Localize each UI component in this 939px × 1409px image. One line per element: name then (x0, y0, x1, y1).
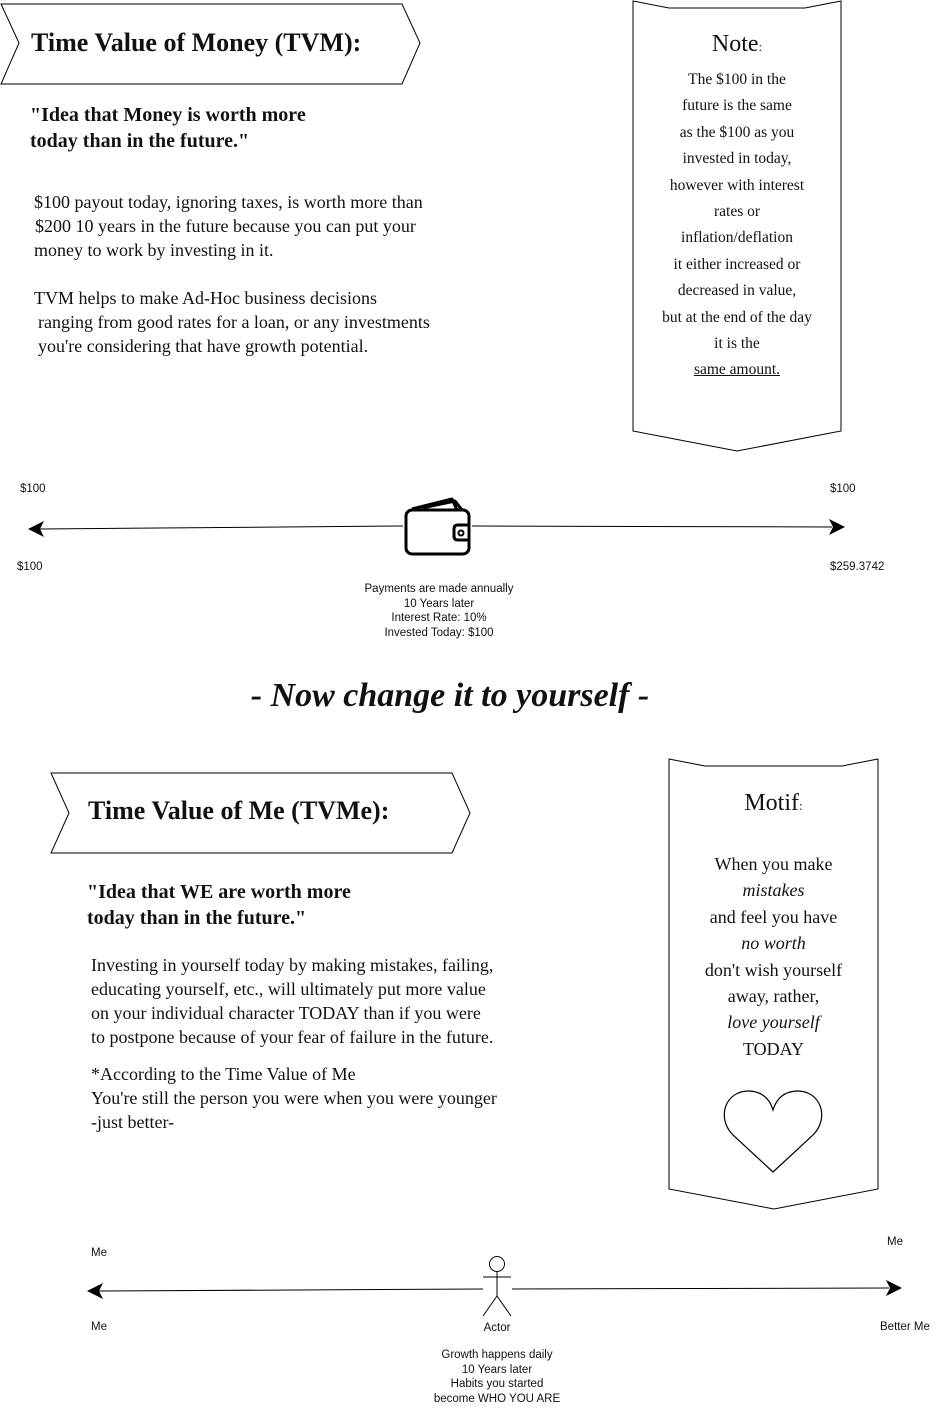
motif-line: don't wish yourself (704, 959, 843, 980)
note-heading-text: Note (711, 31, 759, 57)
note-line: but at the end of the day (662, 308, 812, 326)
tvme-paragraph-1-line: on your individual character TODAY than … (91, 1003, 481, 1023)
motif-line: and feel you have (709, 906, 838, 927)
money-right-bottom-label: $259.3742 (830, 561, 885, 573)
me-caption-line: Habits you started (450, 1378, 544, 1390)
motif-heading-text: Motif (744, 790, 800, 816)
tvm-title: Time Value of Money (TVM): (31, 28, 362, 57)
tvm-paragraph-2-line: ranging from good rates for a loan, or a… (38, 312, 430, 332)
note-heading-colon: : (758, 39, 763, 54)
tvme-quote-line: today than in the future." (87, 907, 307, 929)
money-caption-line: Payments are made annually (364, 583, 514, 595)
tvme-paragraph-2-line: *According to the Time Value of Me (91, 1064, 356, 1084)
wallet-icon (404, 497, 471, 556)
tvm-paragraph-1-line: $200 10 years in the future because you … (35, 216, 416, 236)
motif-line: away, rather, (727, 986, 820, 1007)
tvme-paragraph-1-line: educating yourself, etc., will ultimatel… (91, 979, 486, 999)
tvme-paragraph-2-line: -just better- (91, 1112, 175, 1132)
note-line: however with interest (669, 176, 805, 194)
motif-heading-colon: : (799, 798, 803, 813)
note-line: it is the (714, 335, 760, 353)
note-line: The $100 in the (688, 71, 786, 88)
tvm-paragraph-1: $100 payout today, ignoring taxes, is wo… (34, 190, 423, 262)
note-line: invested in today, (682, 150, 792, 168)
me-left-top-label: Me (91, 1247, 107, 1259)
money-left-top-label: $100 (20, 483, 46, 495)
motif-heading: Motif: (669, 790, 878, 817)
note-line: it either increased or (673, 255, 801, 273)
note-underlined-line: same amount. (693, 361, 781, 379)
motif-line: no worth (741, 933, 806, 954)
tvme-paragraph-2-line: You're still the person you were when yo… (91, 1088, 497, 1108)
tvme-quote-line: "Idea that WE are worth more (87, 881, 351, 903)
tvme-paragraph-1-line: Investing in yourself today by making mi… (91, 955, 494, 975)
money-arrow-left (28, 521, 404, 537)
tvm-quote-line: "Idea that Money is worth more (30, 104, 306, 126)
money-arrow-right (471, 519, 845, 535)
money-caption: Payments are made annually 10 Years late… (339, 582, 539, 640)
me-caption-line: Growth happens daily (441, 1349, 553, 1361)
me-right-bottom-label: Better Me (880, 1321, 930, 1333)
me-left-bottom-label: Me (91, 1321, 107, 1333)
money-right-top-label: $100 (830, 483, 856, 495)
me-caption-line: 10 Years later (461, 1363, 533, 1376)
note-line: future is the same (682, 97, 792, 115)
note-line: decreased in value, (677, 282, 797, 300)
tvme-paragraph-2: *According to the Time Value of Me You'r… (91, 1062, 497, 1134)
tvme-title: Time Value of Me (TVMe): (88, 796, 390, 825)
money-caption-line: Interest Rate: 10% (391, 612, 487, 624)
actor-label: Actor (483, 1322, 511, 1334)
tvm-paragraph-1-line: money to work by investing in it. (34, 240, 274, 260)
me-caption: Growth happens daily 10 Years later Habi… (397, 1348, 597, 1406)
motif-line: love yourself (727, 1012, 820, 1033)
note-body: The $100 in the future is the same as th… (633, 67, 841, 384)
section-banner: - Now change it to yourself - (250, 677, 650, 714)
tvm-paragraph-2-line: you're considering that have growth pote… (38, 336, 369, 356)
me-caption-line: become WHO YOU ARE (433, 1392, 561, 1405)
tvm-quote-line: today than in the future." (30, 130, 250, 152)
motif-line: mistakes (742, 880, 805, 901)
me-arrow-left (87, 1283, 484, 1299)
motif-body: When you make mistakes and feel you have… (669, 851, 878, 1062)
note-heading: Note: (633, 31, 841, 58)
money-caption-line: 10 Years later (403, 597, 475, 610)
tvm-paragraph-2-line: TVM helps to make Ad-Hoc business decisi… (34, 288, 377, 308)
tvm-paragraph-1-line: $100 payout today, ignoring taxes, is wo… (34, 192, 423, 212)
money-left-bottom-label: $100 (17, 561, 43, 573)
tvm-paragraph-2: TVM helps to make Ad-Hoc business decisi… (34, 286, 430, 358)
tvm-quote: "Idea that Money is worth more today tha… (30, 102, 306, 154)
me-right-top-label: Me (887, 1236, 903, 1248)
money-caption-line: Invested Today: $100 (384, 626, 494, 639)
note-line: as the $100 as you (679, 123, 795, 141)
motif-line: TODAY (742, 1038, 804, 1059)
motif-line: When you make (714, 854, 833, 874)
me-arrow-right (511, 1280, 902, 1296)
note-line: inflation/deflation (681, 229, 793, 247)
note-line: rates or (713, 203, 761, 221)
stick-figure-icon (482, 1256, 512, 1317)
tvme-paragraph-1-line: to postpone because of your fear of fail… (91, 1027, 494, 1047)
tvme-quote: "Idea that WE are worth more today than … (87, 879, 351, 931)
tvme-paragraph-1: Investing in yourself today by making mi… (91, 953, 493, 1049)
